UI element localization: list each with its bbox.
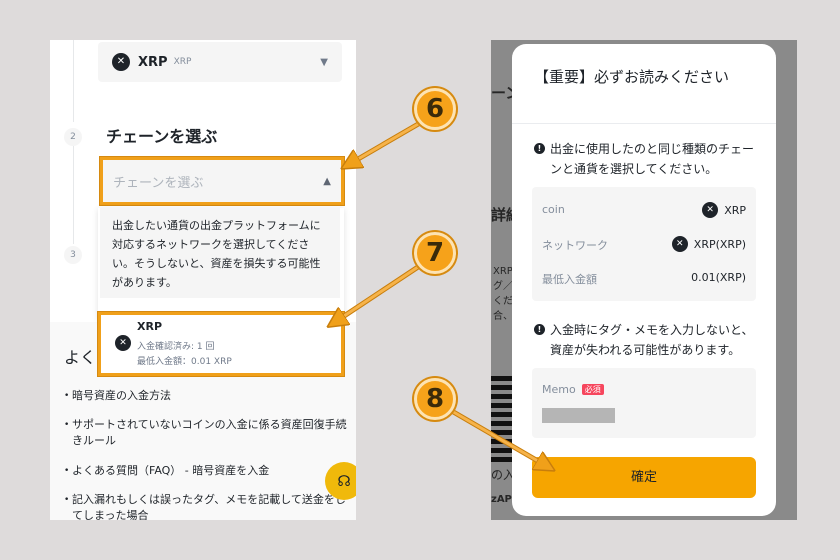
alert-icon: ! <box>534 324 545 335</box>
step-number-3: 3 <box>64 246 82 264</box>
xrp-icon: ✕ <box>702 202 719 218</box>
faq-link[interactable]: 記入漏れもしくは誤ったタグ、メモを記載して送金をしてしまった場合 <box>64 492 349 520</box>
dropdown-notice: 出金したい通貨の出金プラットフォームに対応するネットワークを選択してください。そ… <box>100 208 340 298</box>
memo-label: Memo 必須 <box>542 383 604 396</box>
chain-option-xrp[interactable]: ✕ XRP 入金確認済み: 1 回 最低入金額：0.01 XRP <box>97 311 345 377</box>
step-number-2: 2 <box>64 128 82 146</box>
step-connector-line <box>73 40 74 122</box>
info-value-min-deposit: 0.01(XRP) <box>691 271 746 284</box>
info-label-coin: coin <box>542 203 565 216</box>
info-label-network: ネットワーク <box>542 239 608 252</box>
option-title: XRP <box>137 320 163 333</box>
bg-bottom-fragment: zAP <box>491 494 512 505</box>
faq-link[interactable]: 暗号資産の入金方法 <box>64 388 349 404</box>
headset-icon: ☊ <box>337 472 351 490</box>
memo-box: Memo 必須 <box>532 368 756 438</box>
annotation-number-8: 8 <box>414 378 456 420</box>
memo-value-redacted <box>542 408 615 423</box>
notice-memo-text: 入金時にタグ・メモを入力しないと、資産が失われる可能性があります。 <box>550 323 754 357</box>
faq-link[interactable]: よくある質問（FAQ） - 暗号資産を入金 <box>64 463 349 479</box>
arrow-6-fill <box>346 121 421 166</box>
faq-link[interactable]: サポートされていないコインの入金に係る資産回復手続きルール <box>64 417 349 449</box>
notice-chain: ! 出金に使用したのと同じ種類のチェーンと通貨を選択してください。 <box>534 139 760 179</box>
coin-select-sub: XRP <box>173 57 192 67</box>
info-value-coin: ✕ XRP <box>702 202 746 218</box>
option-confirmations: 入金確認済み: 1 回 <box>137 342 215 352</box>
alert-icon: ! <box>534 143 545 154</box>
notice-memo: ! 入金時にタグ・メモを入力しないと、資産が失われる可能性があります。 <box>534 320 760 360</box>
coin-select-name: XRP <box>138 54 168 70</box>
xrp-icon: ✕ <box>115 335 131 351</box>
info-value-network: ✕ XRP(XRP) <box>671 236 746 252</box>
support-chat-button[interactable]: ☊ <box>325 462 356 500</box>
annotation-number-6: 6 <box>414 88 456 130</box>
memo-label-text: Memo <box>542 383 576 396</box>
deposit-info-box: coin ✕ XRP ネットワーク ✕ XRP(XRP) 最低入金額 0.01(… <box>532 187 756 301</box>
arrow-6 <box>344 120 422 169</box>
chain-select[interactable]: チェーンを選ぶ ▲ <box>99 156 345 206</box>
faq-heading: よく <box>64 348 97 367</box>
xrp-icon: ✕ <box>671 236 688 252</box>
step-connector-line <box>73 144 74 244</box>
important-notice-modal: 【重要】必ずお読みください ! 出金に使用したのと同じ種類のチェーンと通貨を選択… <box>512 44 776 516</box>
chain-dropdown: 出金したい通貨の出金プラットフォームに対応するネットワークを選択してください。そ… <box>98 208 344 320</box>
chain-select-placeholder: チェーンを選ぶ <box>113 175 204 191</box>
xrp-icon: ✕ <box>112 53 130 71</box>
required-badge: 必須 <box>581 384 604 395</box>
modal-title: 【重要】必ずお読みください <box>534 68 730 86</box>
notice-chain-text: 出金に使用したのと同じ種類のチェーンと通貨を選択してください。 <box>550 142 755 176</box>
info-value-coin-text: XRP <box>724 203 746 217</box>
bg-side-text: XRP グ／ くだ 合、 <box>493 266 513 322</box>
confirm-button[interactable]: 確定 <box>532 457 756 498</box>
annotation-number-7: 7 <box>414 232 456 274</box>
deposit-panel-right: ーン 詳細 XRP グ／ くだ 合、 の入 zAP 【重要】必ずお読みください … <box>491 40 797 520</box>
deposit-panel-left: ✕ XRP XRP ▼ 2 チェーンを選ぶ チェーンを選ぶ ▲ 3 出金したい通… <box>50 40 356 520</box>
info-label-min-deposit: 最低入金額 <box>542 273 597 286</box>
coin-select[interactable]: ✕ XRP XRP ▼ <box>98 42 342 82</box>
qr-code-fragment <box>491 372 513 462</box>
modal-divider <box>512 123 776 124</box>
option-min-deposit: 最低入金額：0.01 XRP <box>137 357 232 367</box>
chevron-down-icon: ▼ <box>320 56 328 68</box>
chevron-up-icon: ▲ <box>323 175 331 187</box>
step2-title: チェーンを選ぶ <box>106 127 218 146</box>
info-value-network-text: XRP(XRP) <box>693 237 746 251</box>
